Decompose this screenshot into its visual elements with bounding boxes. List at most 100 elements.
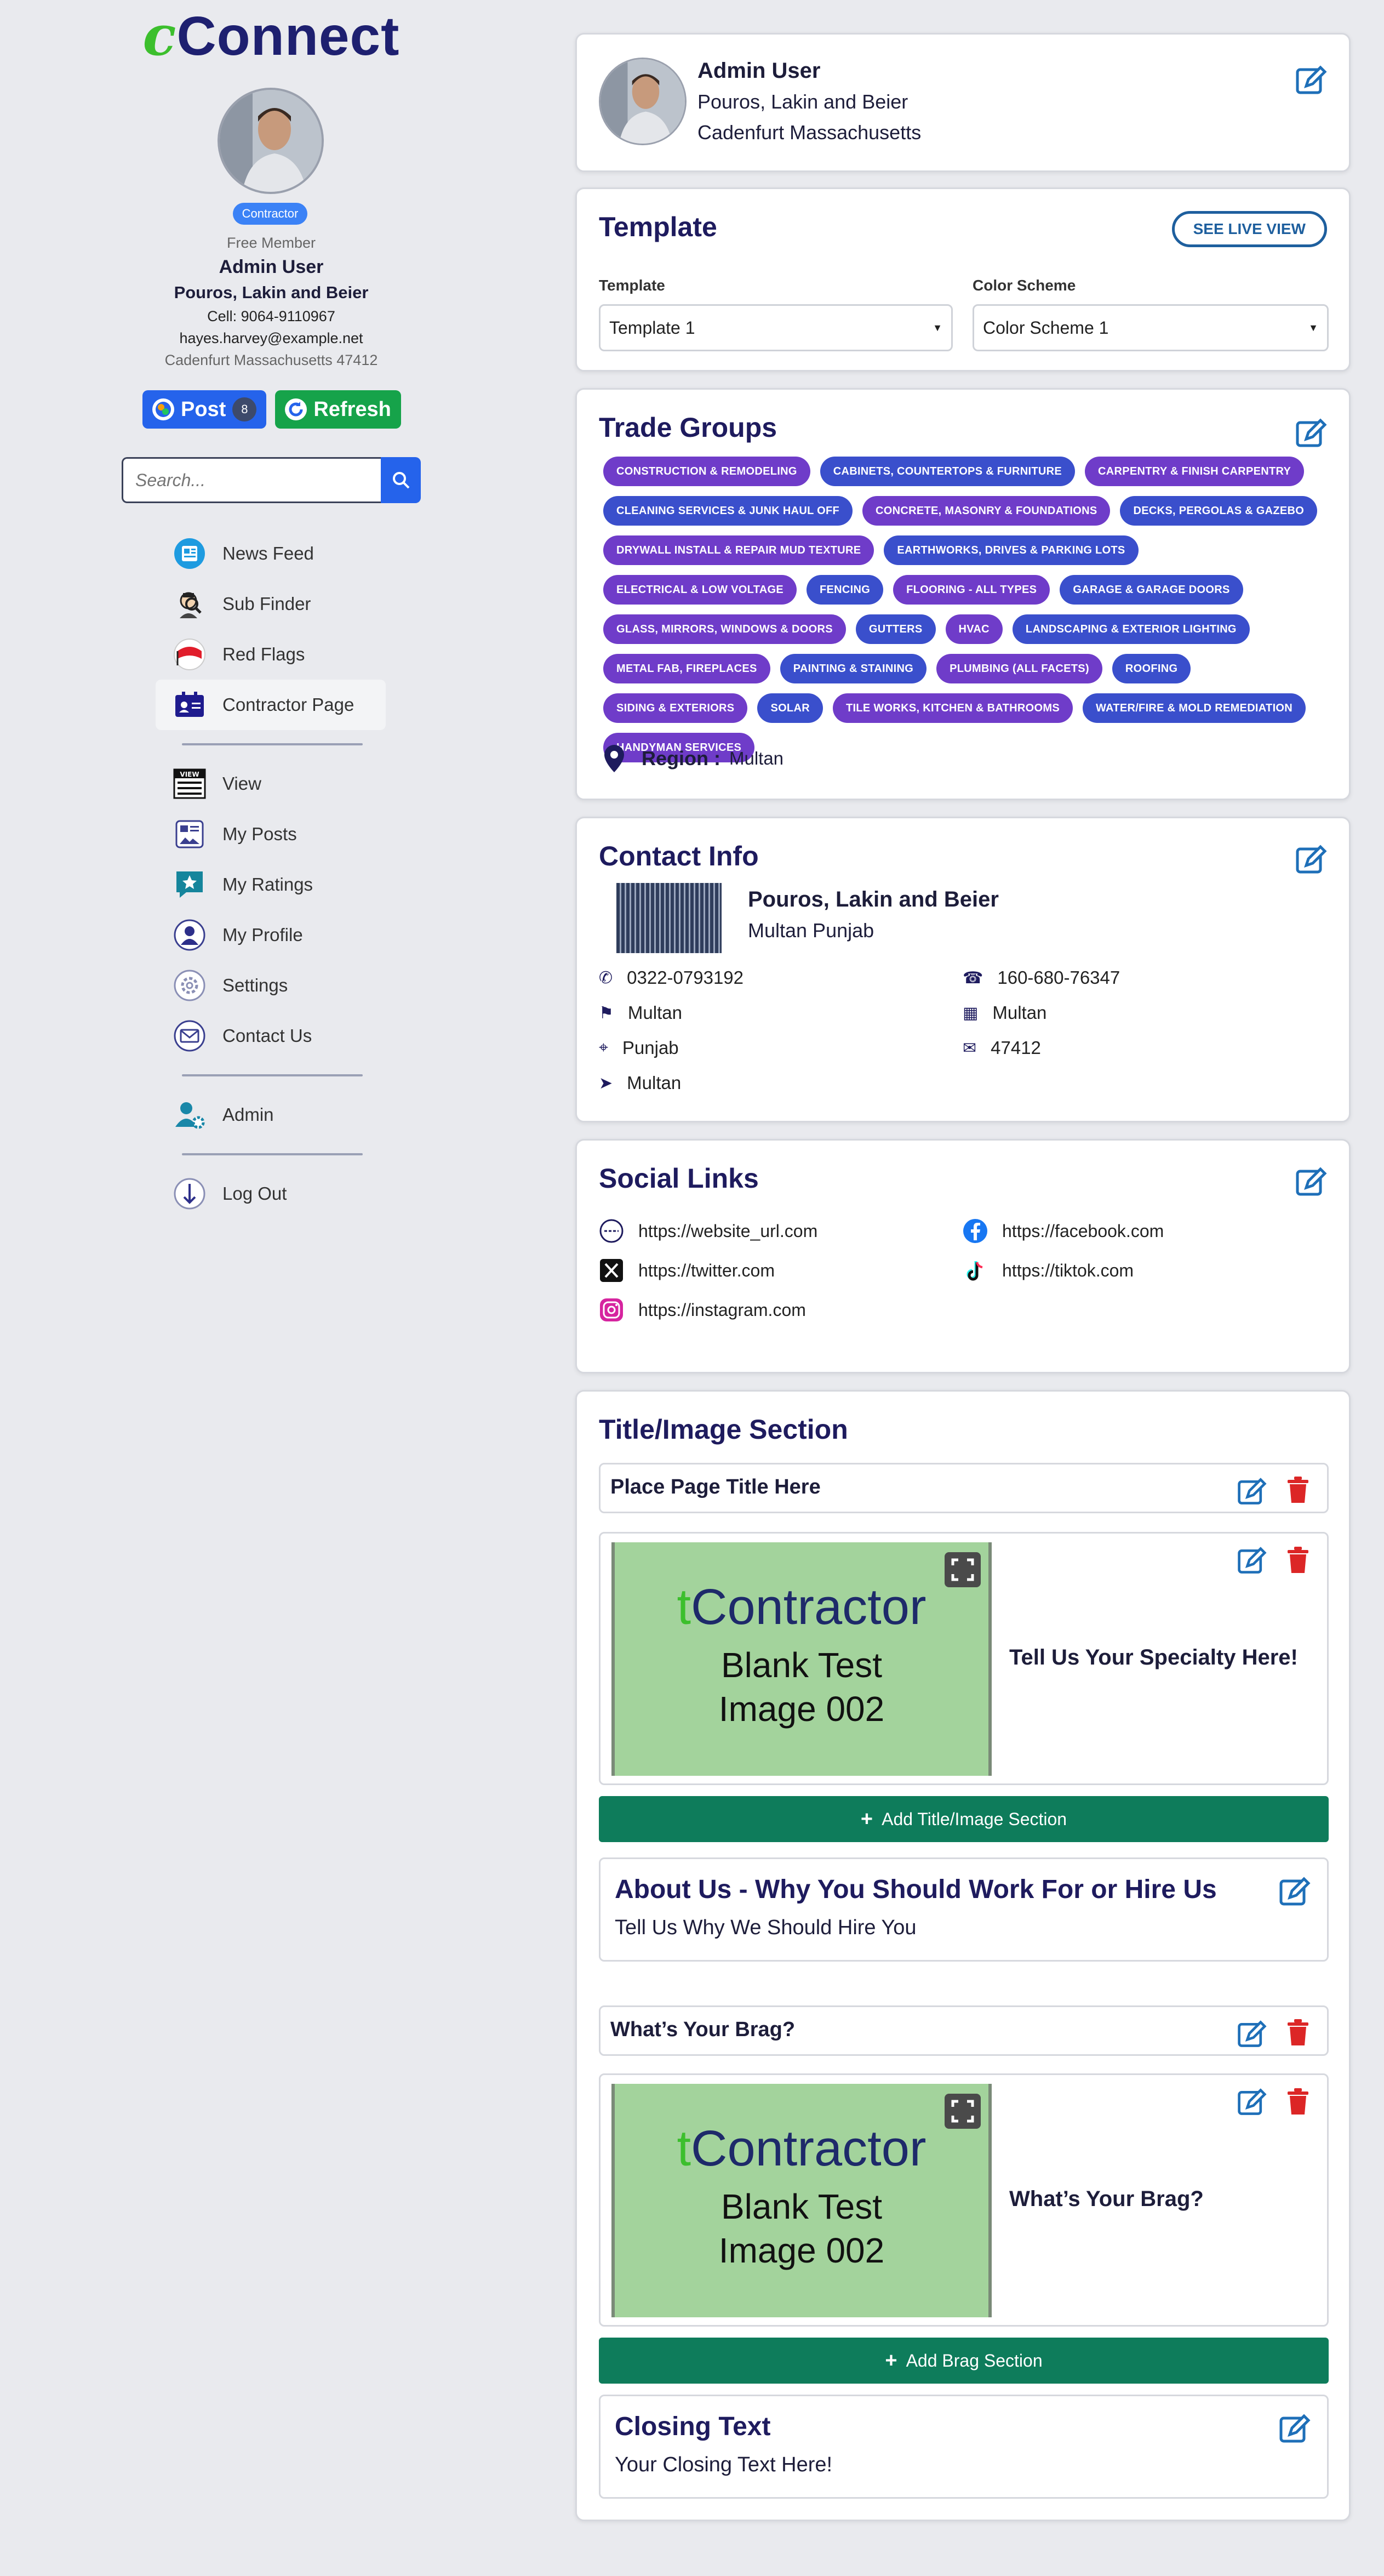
title-image-title: Title/Image Section	[599, 1414, 848, 1445]
facebook-link[interactable]: https://facebook.com	[963, 1218, 1164, 1244]
app-logo[interactable]: cConnect	[0, 3, 542, 68]
edit-icon[interactable]	[1236, 2019, 1267, 2050]
trade-group-chip[interactable]: Earthworks, Drives & Parking Lots	[884, 535, 1139, 565]
edit-icon[interactable]	[1294, 64, 1327, 97]
fullscreen-icon[interactable]	[945, 1552, 981, 1587]
tiktok-icon	[966, 1261, 983, 1281]
trade-group-chip[interactable]: Drywall Install & Repair Mud Texture	[603, 535, 874, 565]
specialty-text: Tell Us Your Specialty Here!	[1009, 1645, 1298, 1669]
trade-group-chip[interactable]: Siding & Exteriors	[603, 693, 748, 723]
placeholder-image[interactable]: tContractor Blank Test Image 002	[611, 1542, 992, 1776]
sidebar-item-contractor-page[interactable]: Contractor Page	[156, 680, 386, 730]
sidebar-item-news-feed[interactable]: News Feed	[156, 528, 386, 579]
trade-group-chip[interactable]: Flooring - All Types	[893, 575, 1050, 605]
search-icon	[392, 472, 409, 489]
edit-icon[interactable]	[1236, 2087, 1267, 2118]
website-link[interactable]: https://website_url.com	[599, 1218, 817, 1244]
edit-icon[interactable]	[1294, 844, 1327, 876]
sidebar-item-my-posts[interactable]: My Posts	[156, 809, 386, 859]
add-title-image-section-button[interactable]: + Add Title/Image Section	[599, 1796, 1329, 1842]
trade-group-chip[interactable]: Metal Fab, Fireplaces	[603, 654, 770, 683]
edit-icon[interactable]	[1278, 2413, 1311, 2446]
trade-group-chip[interactable]: Electrical & Low Voltage	[603, 575, 797, 605]
trash-icon[interactable]	[1285, 1546, 1311, 1575]
trade-group-chip[interactable]: Water/Fire & Mold Remediation	[1082, 693, 1306, 723]
edit-icon[interactable]	[1236, 1546, 1267, 1576]
trash-icon[interactable]	[1285, 2087, 1311, 2117]
contact-city-row: ▦ Multan	[963, 1002, 1047, 1023]
trade-group-chip[interactable]: Gutters	[855, 614, 936, 644]
mail-icon	[172, 1018, 207, 1053]
sidebar-cell: Cell: 9064-9110967	[207, 308, 335, 324]
about-us-text: Tell Us Why We Should Hire You	[615, 1916, 917, 1939]
instagram-link[interactable]: https://instagram.com	[599, 1297, 806, 1323]
chevron-down-icon: ▼	[933, 322, 942, 333]
trash-icon[interactable]	[1285, 2018, 1311, 2048]
location-pin-icon	[604, 745, 624, 772]
sidebar-nav: News Feed Sub Finder Red Flags Contracto…	[156, 528, 386, 1219]
trade-group-chip[interactable]: Carpentry & Finish Carpentry	[1085, 457, 1305, 486]
trade-group-chip[interactable]: Cabinets, Countertops & Furniture	[820, 457, 1076, 486]
trade-group-chip[interactable]: Concrete, Masonry & Foundations	[862, 496, 1111, 526]
trade-group-chip[interactable]: HVAC	[945, 614, 1003, 644]
sidebar-item-contact-us[interactable]: Contact Us	[156, 1011, 386, 1061]
about-us-title: About Us - Why You Should Work For or Hi…	[615, 1875, 1217, 1904]
profile-icon	[172, 917, 207, 953]
trade-group-chip[interactable]: Fencing	[806, 575, 884, 605]
admin-icon	[172, 1097, 207, 1132]
edit-icon[interactable]	[1236, 1477, 1267, 1507]
search-input[interactable]	[122, 457, 381, 503]
search-button[interactable]	[381, 457, 421, 503]
sidebar-item-log-out[interactable]: Log Out	[156, 1169, 386, 1219]
trade-group-chip[interactable]: Glass, Mirrors, Windows & Doors	[603, 614, 846, 644]
post-count-badge: 8	[232, 397, 257, 421]
sidebar-item-admin[interactable]: Admin	[156, 1090, 386, 1140]
twitter-link[interactable]: https://twitter.com	[599, 1258, 775, 1283]
membership-label: Free Member	[226, 235, 316, 251]
trade-group-chip[interactable]: Cleaning Services & Junk Haul Off	[603, 496, 853, 526]
avatar[interactable]	[218, 88, 324, 194]
trade-group-chip[interactable]: Landscaping & Exterior Lighting	[1012, 614, 1250, 644]
trade-group-chip[interactable]: Garage & Garage Doors	[1060, 575, 1243, 605]
brag-text: What’s Your Brag?	[1009, 2187, 1204, 2211]
post-button[interactable]: Post 8	[142, 390, 267, 429]
nav-divider	[182, 743, 363, 745]
edit-icon[interactable]	[1278, 1876, 1311, 1908]
sidebar-item-sub-finder[interactable]: Sub Finder	[156, 579, 386, 629]
fax-icon: ☎	[963, 968, 983, 987]
trade-group-chip[interactable]: Construction & Remodeling	[603, 457, 810, 486]
trade-group-chip[interactable]: Decks, Pergolas & Gazebo	[1120, 496, 1318, 526]
trade-group-chip[interactable]: Painting & Staining	[780, 654, 927, 683]
trade-group-chip[interactable]: Roofing	[1112, 654, 1191, 683]
refresh-button[interactable]: Refresh	[275, 390, 401, 429]
sidebar-item-red-flags[interactable]: Red Flags	[156, 629, 386, 680]
plus-icon: +	[885, 2349, 897, 2372]
see-live-view-button[interactable]: SEE LIVE VIEW	[1171, 211, 1327, 247]
sidebar-item-settings[interactable]: Settings	[156, 960, 386, 1011]
trade-group-chip[interactable]: Tile Works, Kitchen & Bathrooms	[832, 693, 1073, 723]
settings-icon	[172, 968, 207, 1003]
placeholder-image[interactable]: tContractor Blank Test Image 002	[611, 2084, 992, 2317]
sidebar-item-my-ratings[interactable]: My Ratings	[156, 859, 386, 910]
template-title: Template	[599, 212, 717, 242]
sidebar-item-view[interactable]: VIEW View	[156, 759, 386, 809]
edit-icon[interactable]	[1294, 1166, 1327, 1199]
contact-city-line: Multan Punjab	[748, 919, 874, 942]
trash-icon[interactable]	[1285, 1475, 1311, 1505]
tiktok-link[interactable]: https://tiktok.com	[963, 1258, 1134, 1283]
page-title-text: Place Page Title Here	[610, 1475, 821, 1498]
signpost-icon: ⚑	[599, 1004, 614, 1022]
role-badge: Contractor	[233, 203, 307, 225]
color-scheme-select[interactable]: Color Scheme 1 ▼	[973, 304, 1329, 351]
fullscreen-icon[interactable]	[945, 2094, 981, 2129]
trade-group-chip[interactable]: Plumbing (All Facets)	[936, 654, 1102, 683]
edit-icon[interactable]	[1294, 417, 1327, 450]
sidebar-item-my-profile[interactable]: My Profile	[156, 910, 386, 960]
contact-state-row: ⌖ Punjab	[599, 1038, 679, 1058]
map-marker-icon: ⌖	[599, 1039, 608, 1057]
trade-group-chip[interactable]: Solar	[757, 693, 823, 723]
template-select[interactable]: Template 1 ▼	[599, 304, 953, 351]
profile-avatar[interactable]	[599, 58, 687, 145]
add-brag-section-button[interactable]: + Add Brag Section	[599, 2338, 1329, 2384]
contact-zip-row: ✉ 47412	[963, 1038, 1041, 1058]
